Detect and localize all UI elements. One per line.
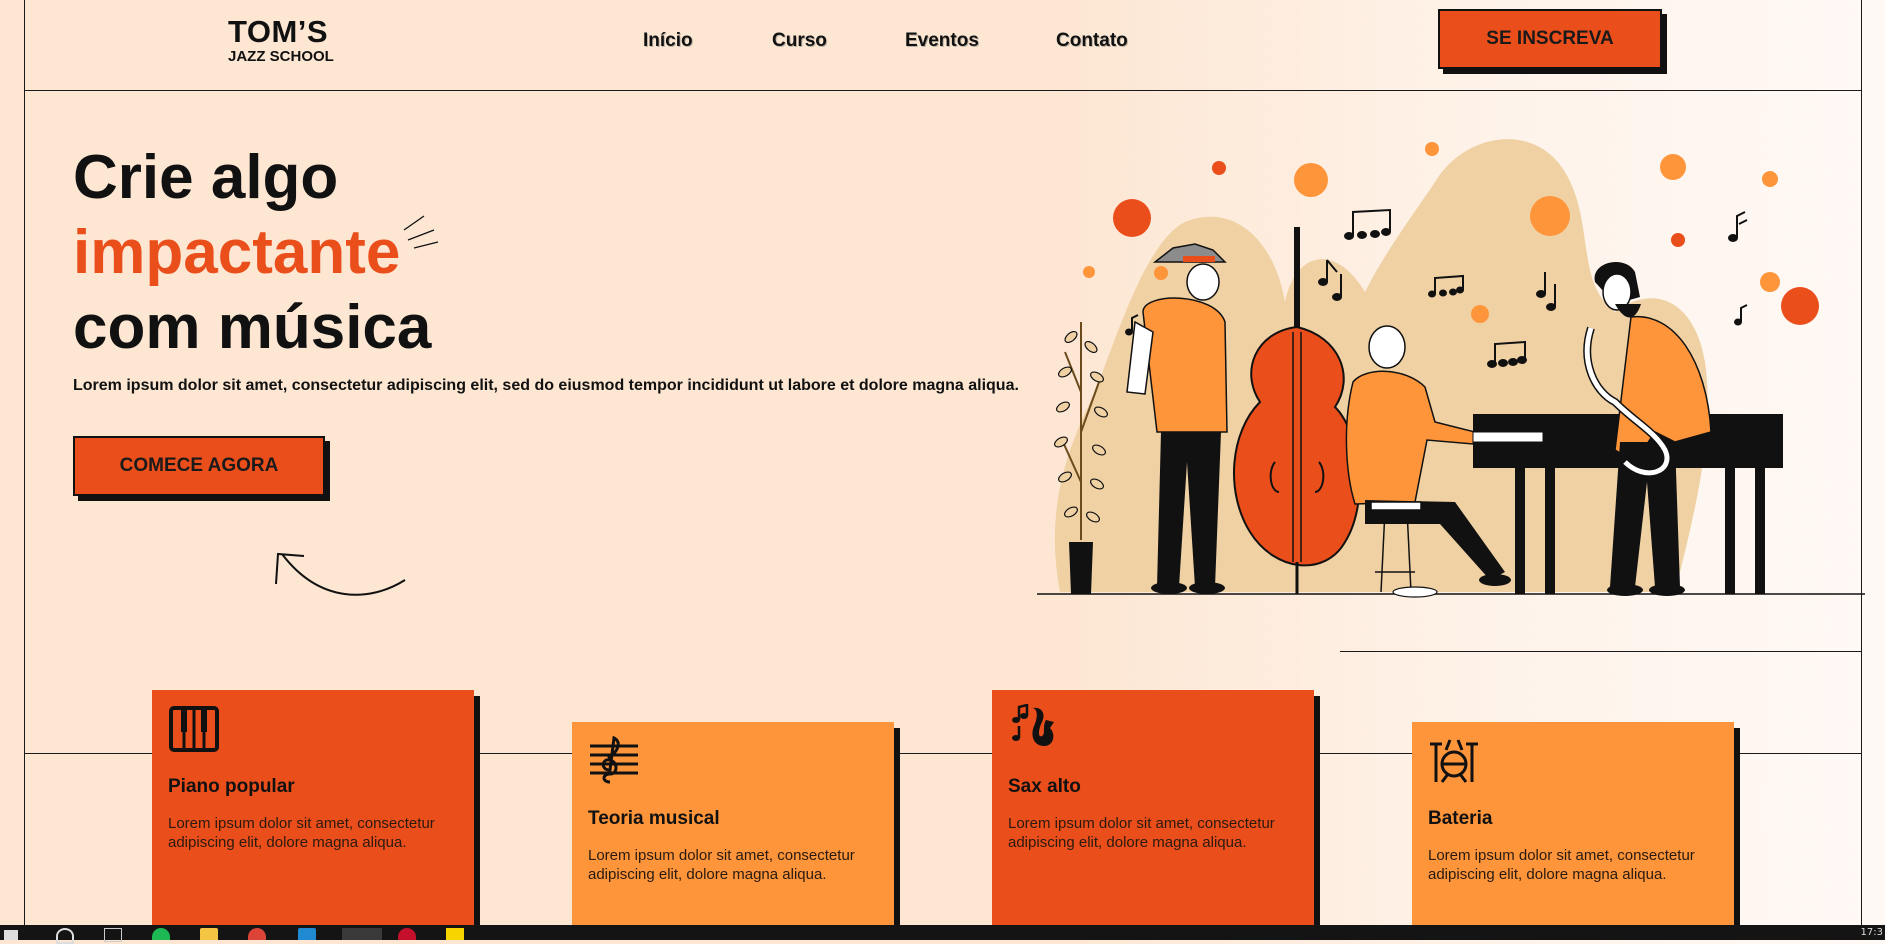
file-explorer-icon[interactable]: [200, 928, 218, 940]
course-title: Piano popular: [168, 776, 295, 797]
start-now-button[interactable]: COMECE AGORA: [73, 436, 325, 496]
brand-logo[interactable]: TOM’S JAZZ SCHOOL: [228, 16, 334, 64]
opera-icon[interactable]: [398, 928, 416, 940]
course-card-drums[interactable]: Bateria Lorem ipsum dolor sit amet, cons…: [1412, 722, 1734, 930]
hero-title-line1: Crie algo: [73, 143, 339, 212]
curved-arrow-decoration: [275, 552, 406, 596]
chrome-active-icon[interactable]: [342, 928, 382, 940]
saxophone-icon: [1012, 704, 1054, 746]
course-description: Lorem ipsum dolor sit amet, consectetur …: [168, 815, 435, 851]
start-menu-icon[interactable]: [4, 930, 18, 940]
sticky-notes-icon[interactable]: [446, 928, 464, 940]
taskbar-clock: 17:3: [1860, 927, 1883, 938]
sparkle-lines-decoration: [403, 215, 439, 249]
search-icon[interactable]: [56, 928, 74, 944]
chrome-icon[interactable]: [248, 928, 266, 940]
course-description: Lorem ipsum dolor sit amet, consectetur …: [1428, 847, 1695, 883]
brand-name: TOM’S: [228, 14, 329, 49]
nav-curso[interactable]: Curso: [772, 30, 827, 52]
hero-divider: [1340, 651, 1862, 652]
drum-kit-icon: [1430, 739, 1478, 783]
frame-line-left: [24, 0, 25, 925]
course-card-theory[interactable]: Teoria musical Lorem ipsum dolor sit ame…: [572, 722, 894, 930]
hero-title-line3: com música: [73, 293, 432, 362]
course-card-piano[interactable]: Piano popular Lorem ipsum dolor sit amet…: [152, 690, 474, 930]
jazz-band-illustration: [1037, 139, 1865, 598]
course-description: Lorem ipsum dolor sit amet, consectetur …: [588, 847, 855, 883]
course-description: Lorem ipsum dolor sit amet, consectetur …: [1008, 815, 1275, 851]
spotify-icon[interactable]: [152, 928, 170, 940]
course-title: Bateria: [1428, 808, 1493, 829]
course-title: Teoria musical: [588, 808, 720, 829]
nav-contato[interactable]: Contato: [1056, 30, 1128, 52]
treble-clef-icon: [590, 736, 638, 784]
signup-button[interactable]: SE INSCREVA: [1438, 9, 1662, 69]
piano-keys-icon: [169, 706, 219, 752]
header-divider: [24, 90, 1862, 91]
vscode-icon[interactable]: [298, 928, 316, 940]
hero-title-line2: impactante: [73, 218, 401, 287]
hero-title: Crie algo impactante com música: [73, 140, 431, 365]
nav-eventos[interactable]: Eventos: [905, 30, 979, 52]
course-card-sax[interactable]: Sax alto Lorem ipsum dolor sit amet, con…: [992, 690, 1314, 930]
os-taskbar: 17:3: [0, 925, 1885, 944]
hero-subtitle: Lorem ipsum dolor sit amet, consectetur …: [73, 377, 1019, 394]
nav-inicio[interactable]: Início: [643, 30, 693, 52]
brand-tagline: JAZZ SCHOOL: [228, 48, 334, 65]
course-title: Sax alto: [1008, 776, 1081, 797]
